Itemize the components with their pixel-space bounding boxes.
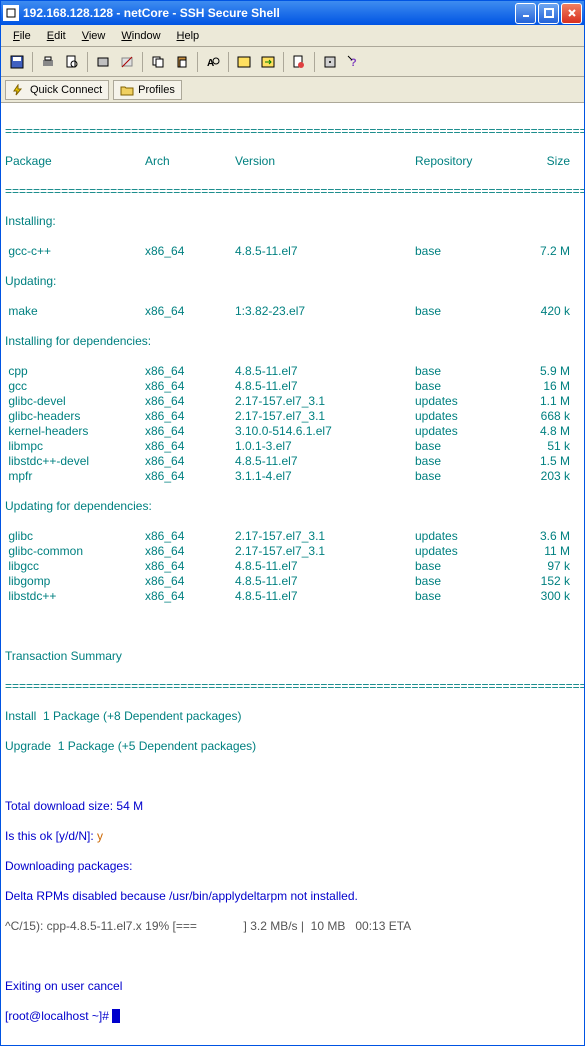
maximize-button[interactable] (538, 3, 559, 24)
table-row: gcc-c++x86_644.8.5-11.el7base7.2 M (5, 244, 580, 259)
table-header: PackageArchVersionRepositorySize (5, 154, 580, 169)
table-row: glibcx86_642.17-157.el7_3.1updates3.6 M (5, 529, 580, 544)
log-icon[interactable] (288, 51, 310, 73)
copy-icon[interactable] (147, 51, 169, 73)
transaction-summary: Transaction Summary (5, 649, 580, 664)
table-row: makex86_641:3.82-23.el7base420 k (5, 304, 580, 319)
total-size: Total download size: 54 M (5, 799, 580, 814)
print-icon[interactable] (37, 51, 59, 73)
cursor-icon (112, 1009, 120, 1023)
quick-connect-label: Quick Connect (30, 84, 102, 96)
separator (283, 52, 284, 72)
progress-line: ^C/15): cpp-4.8.5-11.el7.x 19% [=== ] 3.… (5, 919, 580, 934)
paste-icon[interactable] (171, 51, 193, 73)
hr: ========================================… (5, 679, 580, 694)
help-icon[interactable]: ? (343, 51, 365, 73)
window-title: 192.168.128.128 - netCore - SSH Secure S… (23, 6, 513, 20)
section-upddep: Updating for dependencies: (5, 499, 580, 514)
delta-msg: Delta RPMs disabled because /usr/bin/app… (5, 889, 580, 904)
lightning-icon (12, 84, 26, 96)
menu-edit[interactable]: Edit (39, 28, 74, 44)
settings-icon[interactable] (319, 51, 341, 73)
separator (87, 52, 88, 72)
find-icon[interactable]: A (202, 51, 224, 73)
menu-file[interactable]: File (5, 28, 39, 44)
transfer-icon[interactable] (257, 51, 279, 73)
section-installing: Installing: (5, 214, 580, 229)
separator (142, 52, 143, 72)
folder-icon (120, 84, 134, 96)
summary-install: Install 1 Package (+8 Dependent packages… (5, 709, 580, 724)
menu-view[interactable]: View (74, 28, 114, 44)
section-updating: Updating: (5, 274, 580, 289)
menu-window[interactable]: Window (113, 28, 168, 44)
table-row: mpfrx86_643.1.1-4.el7base203 k (5, 469, 580, 484)
profiles-button[interactable]: Profiles (113, 80, 182, 100)
quick-connect-button[interactable]: Quick Connect (5, 80, 109, 100)
connect-icon[interactable] (92, 51, 114, 73)
table-row: glibc-develx86_642.17-157.el7_3.1updates… (5, 394, 580, 409)
hr: ========================================… (5, 124, 580, 139)
terminal-icon[interactable] (233, 51, 255, 73)
save-icon[interactable] (6, 51, 28, 73)
table-row: libgccx86_644.8.5-11.el7base97 k (5, 559, 580, 574)
separator (197, 52, 198, 72)
table-row: glibc-headersx86_642.17-157.el7_3.1updat… (5, 409, 580, 424)
toolbar: A ? (1, 47, 584, 77)
exit-msg: Exiting on user cancel (5, 979, 580, 994)
downloading: Downloading packages: (5, 859, 580, 874)
quickbar: Quick Connect Profiles (1, 77, 584, 103)
close-button[interactable] (561, 3, 582, 24)
confirm-line: Is this ok [y/d/N]: y (5, 829, 580, 844)
table-row: cppx86_644.8.5-11.el7base5.9 M (5, 364, 580, 379)
minimize-button[interactable] (515, 3, 536, 24)
table-row: libgompx86_644.8.5-11.el7base152 k (5, 574, 580, 589)
hr: ========================================… (5, 184, 580, 199)
table-row: libmpcx86_641.0.1-3.el7base51 k (5, 439, 580, 454)
shell-prompt: [root@localhost ~]# (5, 1009, 580, 1024)
separator (228, 52, 229, 72)
app-icon (3, 5, 19, 21)
menu-help[interactable]: Help (169, 28, 208, 44)
table-row: kernel-headersx86_643.10.0-514.6.1.el7up… (5, 424, 580, 439)
table-row: libstdc++-develx86_644.8.5-11.el7base1.5… (5, 454, 580, 469)
summary-upgrade: Upgrade 1 Package (+5 Dependent packages… (5, 739, 580, 754)
titlebar: 192.168.128.128 - netCore - SSH Secure S… (1, 1, 584, 25)
table-row: gccx86_644.8.5-11.el7base16 M (5, 379, 580, 394)
terminal[interactable]: ========================================… (1, 103, 584, 1045)
preview-icon[interactable] (61, 51, 83, 73)
table-row: glibc-commonx86_642.17-157.el7_3.1update… (5, 544, 580, 559)
menubar: File Edit View Window Help (1, 25, 584, 47)
table-row: libstdc++x86_644.8.5-11.el7base300 k (5, 589, 580, 604)
separator (32, 52, 33, 72)
section-instdep: Installing for dependencies: (5, 334, 580, 349)
disconnect-icon[interactable] (116, 51, 138, 73)
profiles-label: Profiles (138, 84, 175, 96)
separator (314, 52, 315, 72)
